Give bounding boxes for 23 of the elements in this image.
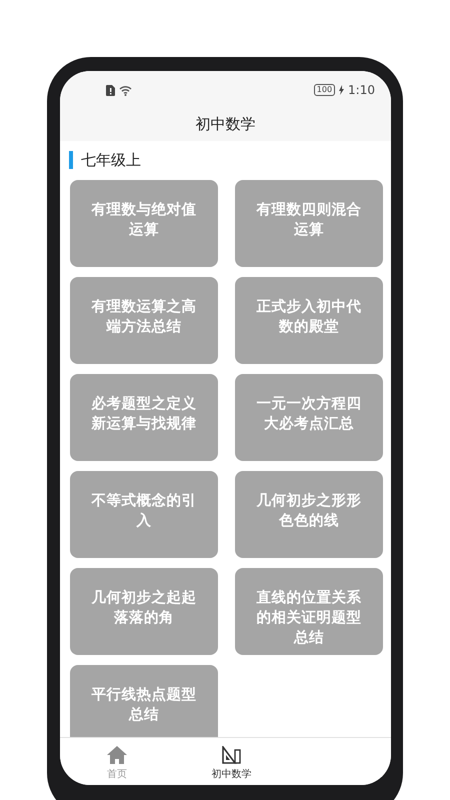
screen-title: 初中数学 (194, 115, 256, 134)
lesson-card[interactable]: 几何初步之形形色色的线 (235, 471, 383, 558)
nav-tab[interactable]: 首页 (60, 738, 174, 785)
lesson-card[interactable]: 必考题型之定义新运算与找规律 (70, 374, 218, 461)
charging-icon (339, 85, 344, 95)
nav-tab[interactable]: 初中数学 (174, 738, 289, 785)
accent-bar (69, 151, 73, 169)
lesson-card[interactable]: 有理数四则混合运算 (235, 180, 383, 267)
section-heading: 七年级上 (81, 150, 141, 170)
lesson-card[interactable]: 几何初步之起起落落的角 (70, 568, 218, 655)
lesson-card[interactable]: 不等式概念的引入 (70, 471, 218, 558)
battery-level: 100 (314, 84, 336, 96)
lesson-card[interactable]: 直线的位置关系的相关证明题型总结 (235, 568, 383, 655)
sim-icon (106, 84, 115, 96)
lesson-card[interactable]: 有理数运算之高端方法总结 (70, 277, 218, 364)
lesson-card[interactable]: 一元一次方程四大必考点汇总 (235, 374, 383, 461)
lesson-card[interactable]: 平行线热点题型总结 (70, 665, 218, 737)
lesson-card[interactable]: 有理数与绝对值运算 (70, 180, 218, 267)
clock-time: 1:10 (348, 83, 375, 97)
home-icon (107, 746, 128, 764)
wifi-icon (119, 84, 132, 96)
lesson-card[interactable]: 正式步入初中代数的殿堂 (235, 277, 383, 364)
ruler-icon (221, 746, 242, 764)
